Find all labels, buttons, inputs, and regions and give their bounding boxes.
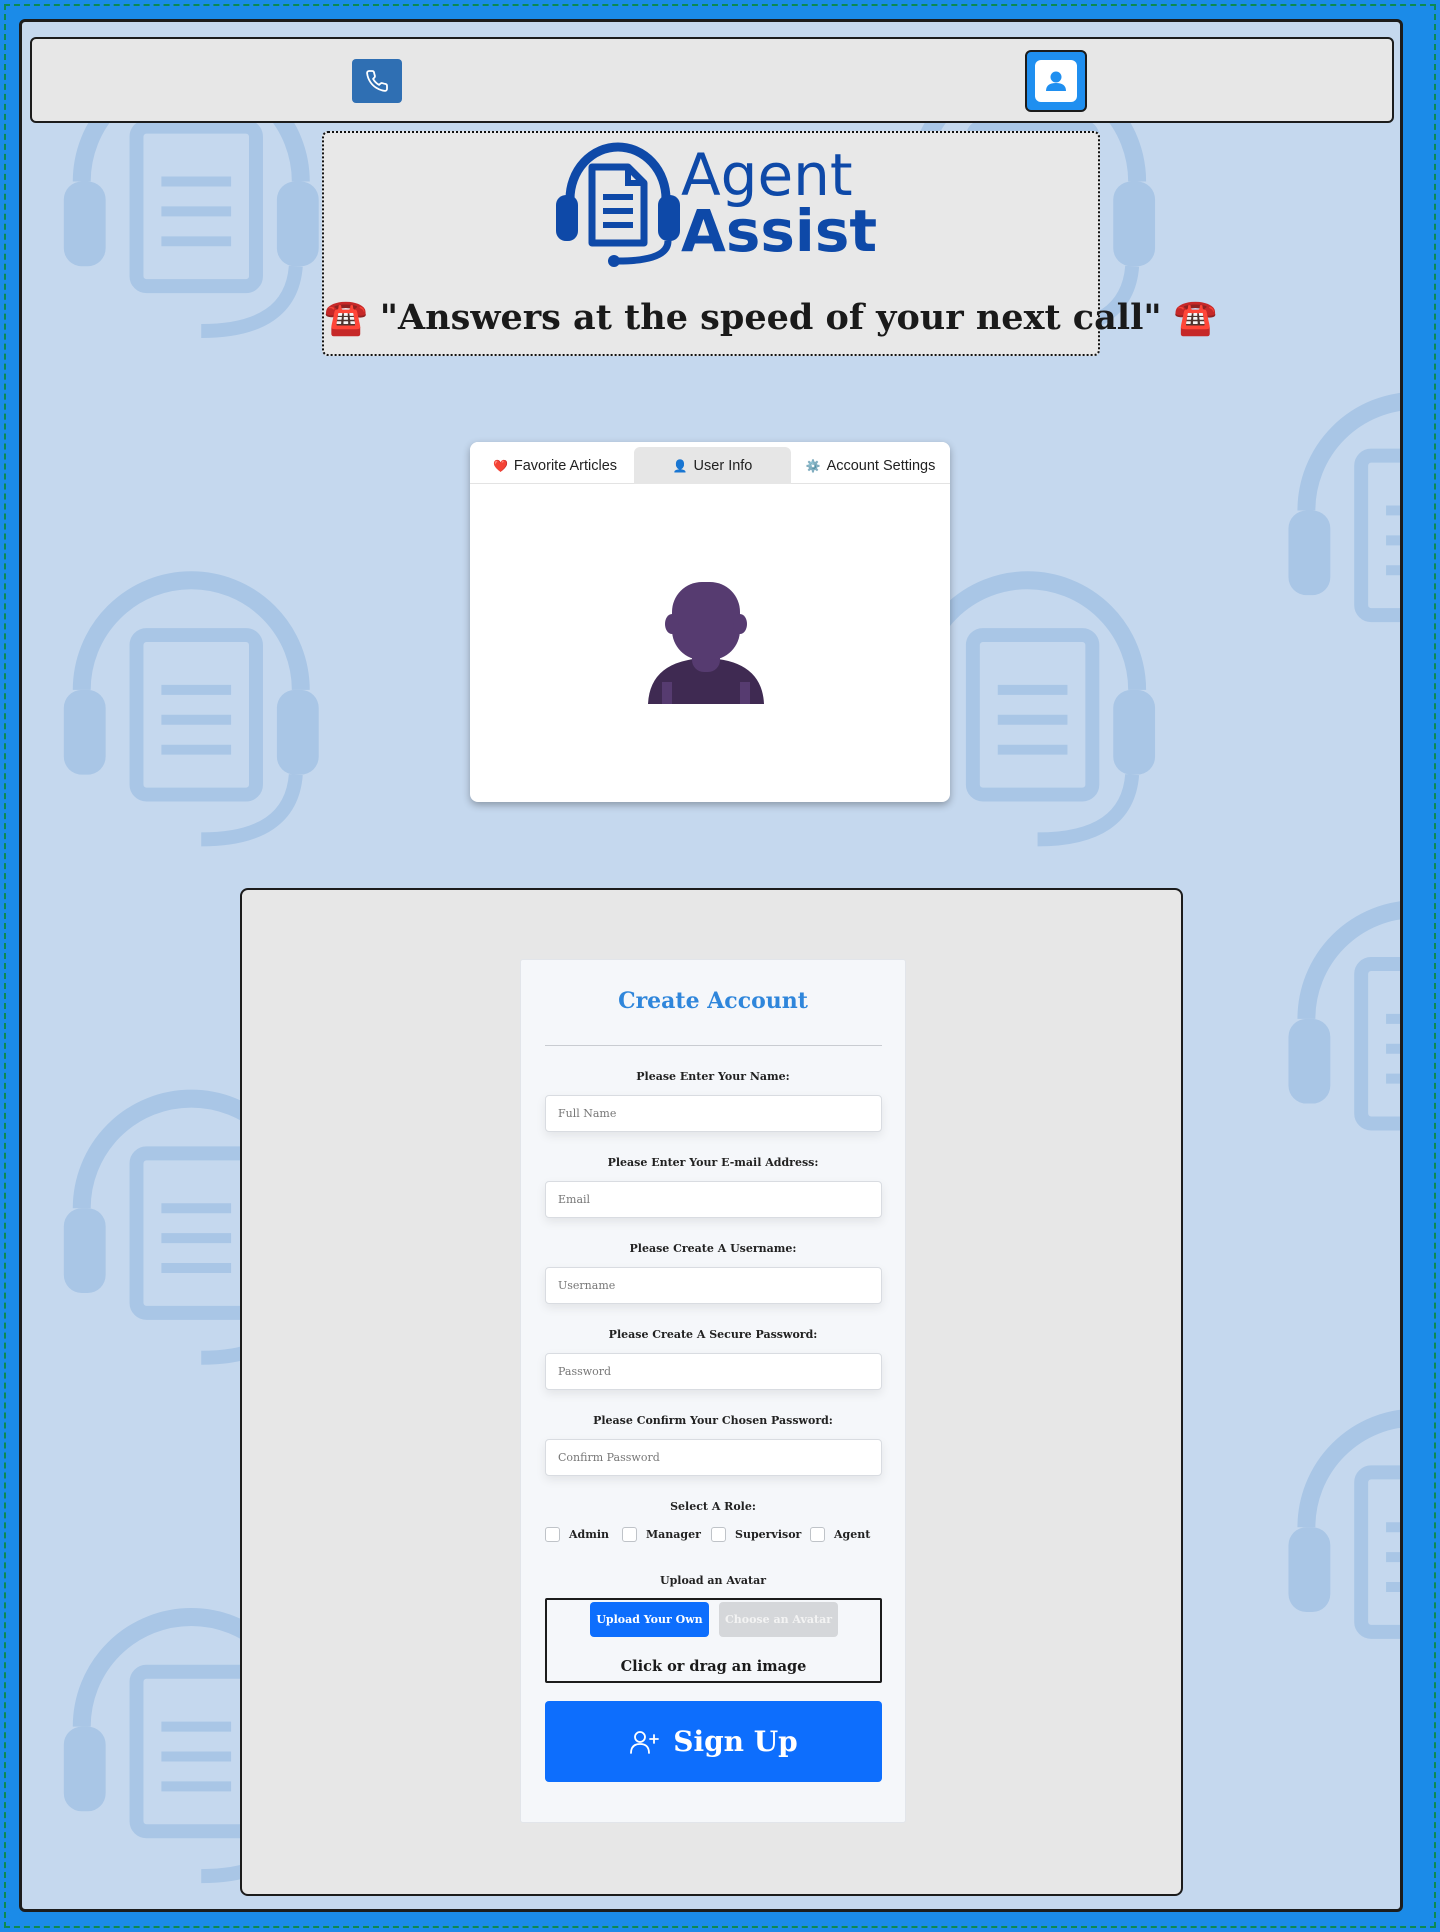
logo-line-1: Agent [681,141,853,209]
role-manager[interactable]: Manager [622,1527,701,1542]
role-options: Admin Manager Supervisor Agent [545,1527,882,1545]
upload-own-button[interactable]: Upload Your Own [590,1602,709,1637]
password-input[interactable] [545,1353,882,1390]
email-label: Please Enter Your E-mail Address: [607,1156,819,1169]
logo-line-2: Assist [681,197,878,265]
heart-icon: ❤️ [492,458,508,473]
tab-favorite-articles[interactable]: ❤️ Favorite Articles [476,447,634,484]
gear-icon: ⚙️ [805,458,821,473]
sign-up-button[interactable]: Sign Up [545,1701,882,1782]
phone-icon [366,70,388,92]
name-label: Please Enter Your Name: [636,1070,790,1083]
role-agent[interactable]: Agent [810,1527,870,1542]
sign-up-label: Sign Up [673,1725,798,1758]
profile-button[interactable] [1025,50,1087,112]
profile-tabs-card: ❤️ Favorite Articles 👤 User Info ⚙️ Acco… [470,442,950,802]
tab-bar: ❤️ Favorite Articles 👤 User Info ⚙️ Acco… [470,442,950,484]
role-checkbox[interactable] [711,1527,726,1542]
slogan: ☎️ "Answers at the speed of your next ca… [324,297,1217,338]
hero-banner: Agent Assist ☎️ "Answers at the speed of… [322,131,1217,356]
username-input[interactable] [545,1267,882,1304]
add-user-icon [630,1730,660,1754]
confirm-password-label: Please Confirm Your Chosen Password: [593,1414,833,1427]
username-label: Please Create A Username: [629,1242,797,1255]
dropzone-text: Click or drag an image [620,1658,807,1675]
role-label: Select A Role: [670,1500,756,1513]
default-avatar-icon [648,582,764,704]
tab-label: User Info [693,457,753,474]
tab-label: Favorite Articles [513,457,618,474]
user-icon: 👤 [672,458,688,473]
telephone-icon: ☎️ [324,297,368,338]
logo-wordmark: Agent Assist [681,141,878,265]
avatar-label: Upload an Avatar [659,1574,766,1587]
divider [545,1045,882,1046]
slogan-text: "Answers at the speed of your next call" [379,297,1162,338]
user-profile-icon [1035,60,1077,102]
tab-label: Account Settings [826,457,936,474]
app-frame: Agent Assist ☎️ "Answers at the speed of… [19,19,1403,1912]
create-account-form: Create Account Please Enter Your Name: P… [520,959,906,1823]
confirm-password-input[interactable] [545,1439,882,1476]
role-checkbox[interactable] [810,1527,825,1542]
top-navbar [30,37,1394,123]
full-name-input[interactable] [545,1095,882,1132]
role-supervisor[interactable]: Supervisor [711,1527,801,1542]
role-label-text: Admin [569,1528,610,1541]
agent-assist-logo: Agent Assist [556,137,878,267]
role-checkbox[interactable] [545,1527,560,1542]
headset-document-icon [556,142,680,267]
email-input[interactable] [545,1181,882,1218]
signup-panel: Create Account Please Enter Your Name: P… [240,888,1183,1896]
avatar-dropzone[interactable]: Upload Your Own Choose an Avatar Click o… [545,1598,882,1683]
password-label: Please Create A Secure Password: [608,1328,818,1341]
role-label-text: Supervisor [735,1528,802,1541]
call-button[interactable] [352,59,402,103]
role-admin[interactable]: Admin [545,1527,609,1542]
tab-user-info[interactable]: 👤 User Info [634,447,791,484]
role-label-text: Agent [834,1528,871,1541]
role-checkbox[interactable] [622,1527,637,1542]
role-label-text: Manager [646,1528,701,1541]
form-title: Create Account [618,988,808,1014]
tab-account-settings[interactable]: ⚙️ Account Settings [791,447,950,484]
choose-avatar-button[interactable]: Choose an Avatar [719,1602,838,1637]
telephone-icon: ☎️ [1173,297,1218,338]
